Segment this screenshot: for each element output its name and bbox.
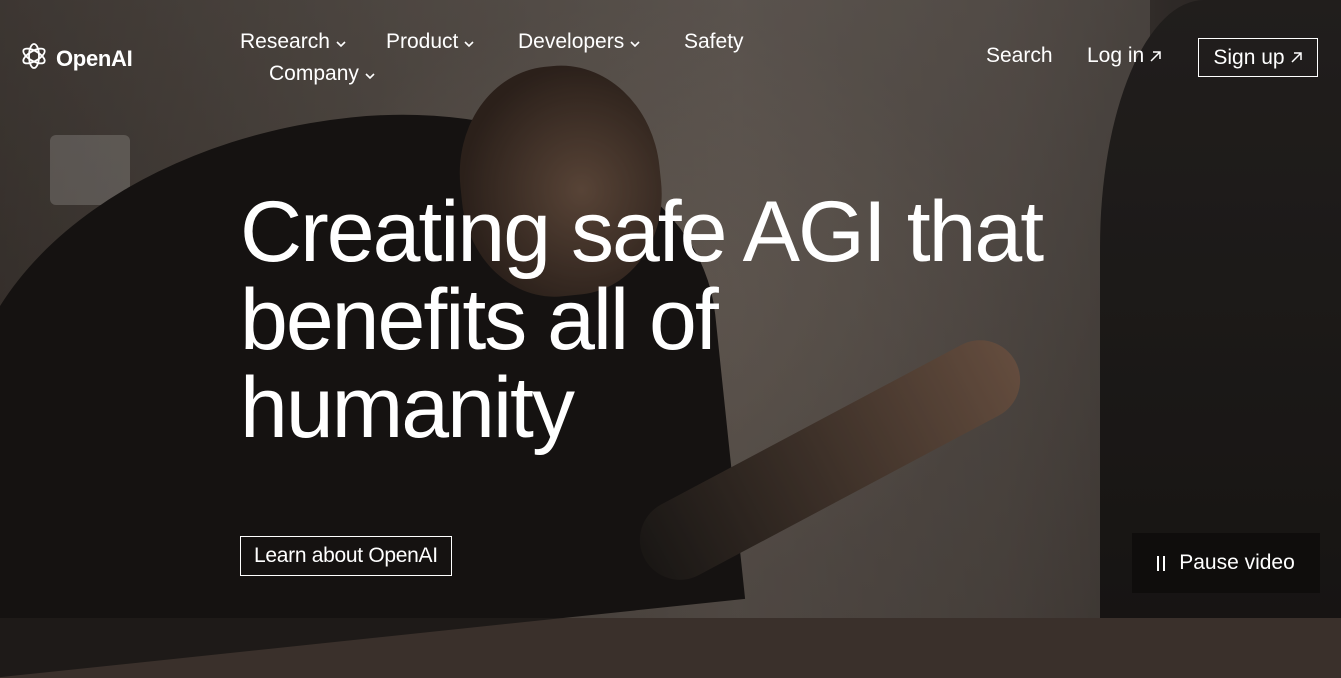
hero-title-line-3: humanity xyxy=(240,360,575,456)
cta-label: Learn about OpenAI xyxy=(254,544,438,567)
pause-video-label: Pause video xyxy=(1179,551,1295,574)
chevron-down-icon xyxy=(630,40,640,47)
nav-safety[interactable]: Safety xyxy=(684,30,744,54)
openai-logo[interactable]: OpenAI xyxy=(18,40,133,78)
learn-about-openai-button[interactable]: Learn about OpenAI xyxy=(240,536,452,576)
nav-product[interactable]: Product xyxy=(386,30,475,54)
hero-title-line-2: benefits all of xyxy=(240,272,719,368)
hero-title: Creating safe AGI that benefits all of h… xyxy=(240,188,1140,452)
arrow-up-right-icon xyxy=(1291,52,1302,63)
nav-safety-label: Safety xyxy=(684,30,744,53)
nav-developers-label: Developers xyxy=(518,30,625,53)
chevron-down-icon xyxy=(464,40,474,47)
signup-label: Sign up xyxy=(1213,45,1285,69)
login-link[interactable]: Log in xyxy=(1087,44,1162,68)
nav-developers[interactable]: Developers xyxy=(518,30,641,54)
openai-logo-icon xyxy=(18,40,50,78)
nav-research-label: Research xyxy=(240,30,330,53)
chevron-down-icon xyxy=(365,72,375,79)
nav-product-label: Product xyxy=(386,30,459,53)
hero-title-line-1: Creating safe AGI that xyxy=(240,184,1044,280)
nav-research[interactable]: Research xyxy=(240,30,347,54)
signup-button[interactable]: Sign up xyxy=(1198,38,1318,77)
search-label: Search xyxy=(986,44,1053,67)
nav-company-label: Company xyxy=(269,62,359,85)
nav-company[interactable]: Company xyxy=(269,62,376,86)
chevron-down-icon xyxy=(336,40,346,47)
arrow-up-right-icon xyxy=(1150,50,1161,62)
search-link[interactable]: Search xyxy=(986,44,1053,68)
pause-icon xyxy=(1157,555,1166,571)
brand-name: OpenAI xyxy=(56,46,133,71)
login-label: Log in xyxy=(1087,44,1145,67)
pause-video-button[interactable]: Pause video xyxy=(1132,533,1320,593)
